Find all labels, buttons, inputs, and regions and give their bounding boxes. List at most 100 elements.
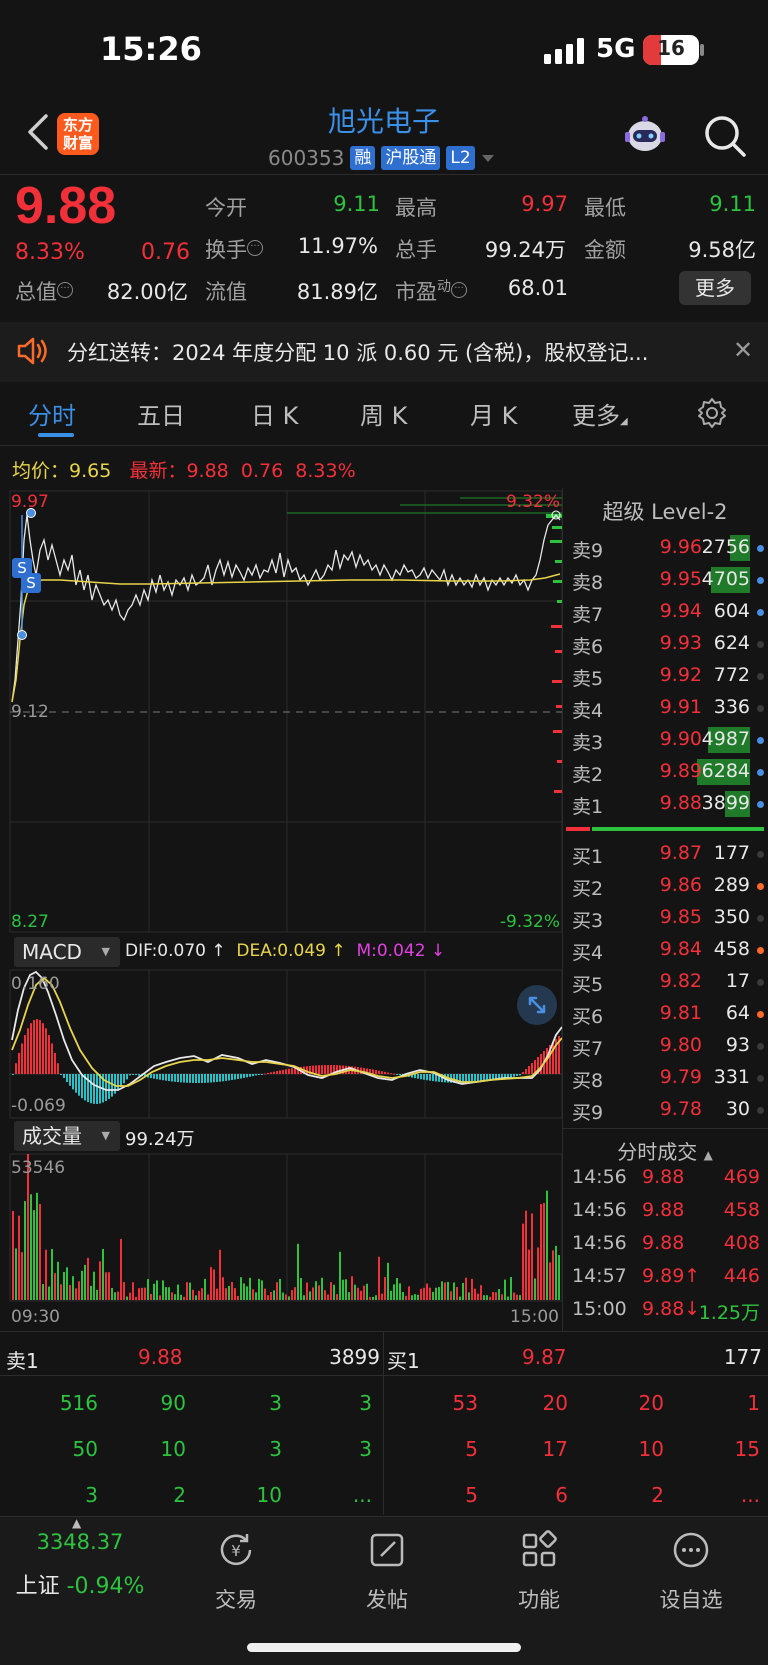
orderbook-row-ask[interactable]: 卖2 9.89 6284 [562,756,768,788]
volume-bar [240,1277,242,1300]
volume-bar [360,1290,362,1300]
volume-bar [174,1294,176,1300]
macd-bar [162,1074,164,1081]
orderbook-row-bid[interactable]: 买9 9.78 30 [562,1094,768,1126]
orderbook-row-ask[interactable]: 卖5 9.92 772 [562,660,768,692]
level2-title[interactable]: 超级 Level-2 [562,496,768,526]
macd-bar [327,1065,329,1074]
volume-bar [279,1278,281,1300]
tab-more[interactable]: 更多◢ [572,396,628,431]
orderbook-row-bid[interactable]: 买5 9.82 17 [562,966,768,998]
stock-code-row[interactable]: 600353 融 沪股通 L2 [268,144,495,172]
volume-bar [267,1295,269,1300]
orderbook-row-ask[interactable]: 卖6 9.93 624 [562,628,768,660]
robot-assistant-icon[interactable] [622,114,668,158]
gear-icon[interactable] [696,397,728,429]
macd-bar [195,1074,197,1083]
volume-bar [246,1286,248,1300]
tab-daily-k[interactable]: 日 K [251,396,298,431]
orderbook-row-bid[interactable]: 买4 9.84 458 [562,934,768,966]
macd-bar [171,1074,173,1082]
orderbook-row-ask[interactable]: 卖3 9.90 4987 [562,724,768,756]
close-icon[interactable]: ✕ [733,336,753,364]
queue-bid-volume: 177 [723,1345,762,1369]
tab-monthly-k[interactable]: 月 K [470,396,517,431]
volume-bar [495,1292,497,1300]
notice-text[interactable]: 分红送转：2024 年度分配 10 派 0.60 元 (含税)，股权登记... [67,337,648,367]
macd-bar [228,1074,230,1081]
orderbook-row-bid[interactable]: 买7 9.80 93 [562,1030,768,1062]
orderbook-row-ask[interactable]: 卖7 9.94 604 [562,596,768,628]
orderbook-row-bid[interactable]: 买1 9.87 177 [562,838,768,870]
macd-bar [57,1063,59,1074]
volume-bar [144,1287,146,1300]
index-quote[interactable]: 上证 -0.94% [0,1568,160,1600]
orderbook-row-ask[interactable]: 卖4 9.91 336 [562,692,768,724]
macd-bar [150,1074,152,1079]
tab-weekly-k[interactable]: 周 K [360,396,407,431]
nav-functions[interactable]: 功能 [479,1530,599,1614]
volume-bar [339,1251,341,1300]
macd-bar [273,1071,275,1074]
nav-add-watchlist[interactable]: 设自选 [631,1530,751,1614]
volume-bar [546,1190,548,1300]
macd-bar [21,1043,23,1074]
macd-bar [540,1054,542,1074]
volume-bar [462,1282,464,1300]
volume-bar [60,1284,62,1300]
market-cap-label[interactable]: 总值 ··· [15,276,73,306]
volume-bar [333,1284,335,1300]
more-button[interactable]: 更多 [679,271,751,305]
queue-ask-order: 10 [256,1483,282,1507]
expand-icon[interactable] [517,985,557,1025]
orderbook-row-bid[interactable]: 买6 9.81 64 [562,998,768,1030]
search-icon[interactable] [703,114,747,158]
volume-bar [459,1296,461,1300]
volume-bar [198,1290,200,1300]
tab-five-day[interactable]: 五日 [137,396,185,431]
nav-trade[interactable]: ¥ 交易 [176,1530,296,1614]
status-dot [757,641,764,648]
volume-bar [114,1292,116,1300]
tick-trades-title[interactable]: 分时成交 ▲ [562,1136,768,1165]
indicator-select-macd[interactable]: MACD ▼ [14,937,120,967]
orderbook-row-ask[interactable]: 卖8 9.95 4705 [562,564,768,596]
macd-bar [219,1074,221,1082]
volume-bar [108,1272,110,1300]
tab-underline [38,433,74,437]
indicator-select-volume[interactable]: 成交量 ▼ [14,1121,120,1151]
orderbook-row-bid[interactable]: 买2 9.86 289 [562,870,768,902]
volume-value: 99.24万 [484,238,566,262]
volume-bar [369,1296,371,1300]
volume-bar [291,1290,293,1300]
macd-bar [240,1074,242,1079]
volume-bar [444,1282,446,1300]
queue-bid-label: 买1 [387,1349,420,1373]
volume-bar [318,1285,320,1300]
tab-intraday[interactable]: 分时 [28,396,76,431]
y-axis-high: 9.97 [11,492,49,512]
sell-signal-marker[interactable]: S [21,573,41,593]
orderbook-row-ask[interactable]: 卖9 9.96 2756 [562,532,768,564]
volume-bar [42,1284,44,1300]
nav-post[interactable]: 发帖 [327,1530,447,1614]
orderbook-row-bid[interactable]: 买8 9.79 331 [562,1062,768,1094]
volume-bar [489,1296,491,1300]
orderbook-row-bid[interactable]: 买3 9.85 350 [562,902,768,934]
volume-bar [399,1283,401,1300]
macd-bar [183,1074,185,1083]
macd-bar [420,1074,422,1080]
index-value[interactable]: 3348.37 [0,1530,160,1554]
volume-bar [48,1286,50,1300]
volume-bar [348,1292,350,1300]
volume-bar [39,1203,41,1300]
pe-label[interactable]: 市盈动 ··· [395,276,467,306]
queue-ask-label: 卖1 [6,1349,39,1373]
price-line [11,513,561,703]
volume-bar [408,1286,410,1300]
macd-bar [390,1073,392,1075]
turnover-label[interactable]: 换手 ··· [205,234,263,264]
pe-value: 68.01 [507,276,568,300]
volume-bar [90,1285,92,1300]
orderbook-row-ask[interactable]: 卖1 9.88 3899 [562,788,768,820]
